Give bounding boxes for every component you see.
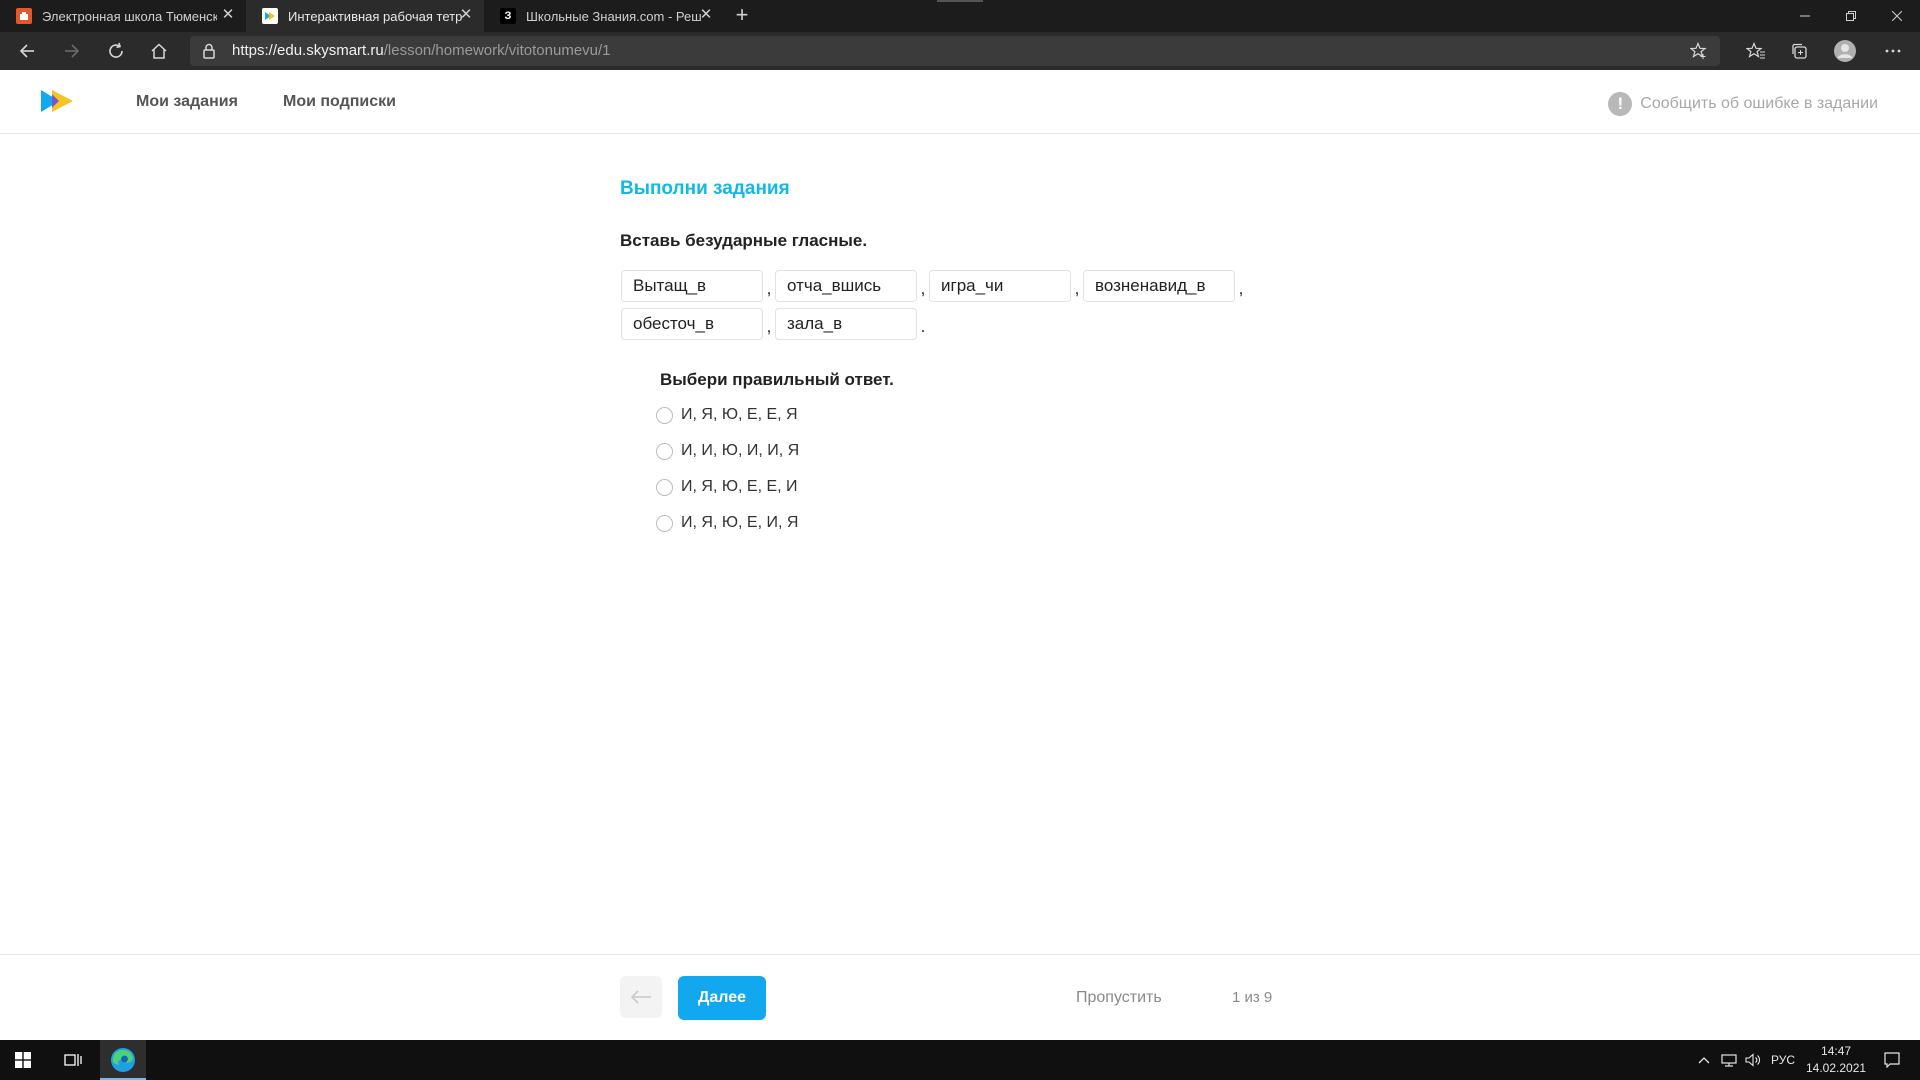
option-label: И, Я, Ю, Е, Е, Я (681, 406, 798, 423)
nav-my-tasks[interactable]: Мои задания (136, 93, 238, 111)
answer-option-4[interactable]: И, Я, Ю, Е, И, Я (656, 514, 798, 532)
favorites-icon[interactable] (1742, 37, 1770, 65)
new-tab-icon[interactable]: + (730, 4, 754, 28)
back-icon[interactable] (13, 37, 41, 65)
question-label: Выбери правильный ответ. (660, 370, 894, 389)
nav-my-subscriptions[interactable]: Мои подписки (283, 93, 396, 111)
drag-indicator (937, 0, 983, 2)
skysmart-favicon-icon (262, 8, 278, 24)
url-host: https://edu.skysmart.ru (232, 42, 384, 59)
previous-button[interactable] (620, 976, 662, 1018)
browser-tab-strip: Электронная школа Тюменско ✕ Интерактивн… (0, 0, 1920, 32)
lock-icon[interactable] (202, 43, 216, 64)
skip-link[interactable]: Пропустить (1076, 989, 1162, 1007)
clock-date: 14.02.2021 (1806, 1061, 1867, 1075)
task-footer: Далее Пропустить 1 из 9 (0, 954, 1920, 1041)
next-button[interactable]: Далее (678, 976, 766, 1020)
browser-tab-skysmart[interactable]: Интерактивная рабочая тетрад ✕ (246, 0, 484, 32)
windows-taskbar: РУС 14:47 14.02.2021 (0, 1040, 1920, 1080)
answer-option-2[interactable]: И, И, Ю, И, И, Я (656, 442, 799, 460)
radio-button[interactable] (656, 478, 673, 496)
task-view-icon[interactable] (50, 1040, 96, 1080)
windows-start-icon[interactable] (0, 1040, 46, 1080)
close-window-icon[interactable] (1874, 0, 1920, 32)
forward-icon[interactable] (58, 37, 86, 65)
restore-icon[interactable] (1828, 0, 1874, 32)
comma-separator: , (766, 317, 772, 336)
home-icon[interactable] (145, 37, 173, 65)
tab-title: Электронная школа Тюменско (42, 8, 217, 24)
word-row-2: обесточ_в , зала_в . (621, 308, 929, 340)
browser-tab-znania[interactable]: З Школьные Знания.com - Решае ✕ (484, 0, 724, 32)
option-label: И, Я, Ю, Е, Е, И (681, 478, 798, 495)
url-path: /lesson/homework/vitotonumevu/1 (383, 42, 611, 59)
notifications-icon[interactable] (1872, 1040, 1912, 1080)
skysmart-logo-icon[interactable] (40, 88, 74, 119)
comma-separator: , (1238, 279, 1244, 298)
school-favicon-icon (16, 8, 32, 24)
tab-title: Школьные Знания.com - Решае (526, 8, 701, 24)
radio-button[interactable] (656, 442, 673, 460)
system-clock[interactable]: 14:47 14.02.2021 (1806, 1043, 1866, 1077)
word-blank-field[interactable]: отча_вшись (775, 270, 917, 302)
minimize-icon[interactable] (1782, 0, 1828, 32)
collections-icon[interactable] (1785, 37, 1813, 65)
close-tab-icon[interactable]: ✕ (458, 7, 474, 23)
url-text: https://edu.skysmart.ru/lesson/homework/… (232, 42, 611, 59)
close-tab-icon[interactable]: ✕ (698, 7, 714, 23)
word-blank-field[interactable]: обесточ_в (621, 308, 763, 340)
period-separator: . (920, 317, 926, 336)
network-icon[interactable] (1718, 1040, 1740, 1080)
report-error-label: Сообщить об ошибке в задании (1640, 95, 1878, 112)
answer-option-3[interactable]: И, Я, Ю, Е, Е, И (656, 478, 798, 496)
tab-title: Интерактивная рабочая тетрад (288, 8, 463, 24)
report-error-link[interactable]: ! Сообщить об ошибке в задании (1608, 92, 1878, 116)
site-header: Мои задания Мои подписки ! Сообщить об о… (0, 70, 1920, 134)
volume-icon[interactable] (1742, 1040, 1764, 1080)
word-blank-field[interactable]: зала_в (775, 308, 917, 340)
radio-button[interactable] (656, 406, 673, 424)
page-title: Выполни задания (620, 178, 790, 199)
browser-toolbar: https://edu.skysmart.ru/lesson/homework/… (0, 32, 1920, 70)
exclamation-icon: ! (1608, 92, 1633, 116)
comma-separator: , (766, 279, 772, 298)
option-label: И, Я, Ю, Е, И, Я (681, 514, 799, 531)
add-favorite-icon[interactable] (1689, 41, 1708, 65)
address-bar[interactable]: https://edu.skysmart.ru/lesson/homework/… (190, 36, 1720, 66)
word-blank-field[interactable]: возненавид_в (1083, 270, 1235, 302)
task-instruction: Вставь безударные гласные. (620, 231, 868, 250)
refresh-icon[interactable] (102, 37, 130, 65)
comma-separator: , (920, 279, 926, 298)
profile-avatar-icon[interactable] (1831, 37, 1859, 65)
arrow-left-icon (630, 990, 651, 1004)
answer-option-1[interactable]: И, Я, Ю, Е, Е, Я (656, 406, 798, 424)
edge-browser-icon[interactable] (100, 1040, 146, 1080)
word-blank-field[interactable]: Вытащ_в (621, 270, 763, 302)
task-counter: 1 из 9 (1232, 989, 1273, 1006)
znania-favicon-icon: З (500, 8, 516, 24)
browser-tab-school[interactable]: Электронная школа Тюменско ✕ (0, 0, 246, 32)
word-row-1: Вытащ_в , отча_вшись , игра_чи , вознена… (621, 270, 1247, 302)
show-hidden-icons-icon[interactable] (1694, 1040, 1714, 1080)
radio-button[interactable] (656, 514, 673, 532)
more-menu-icon[interactable] (1879, 37, 1907, 65)
input-language-indicator[interactable]: РУС (1771, 1053, 1795, 1067)
clock-time: 14:47 (1821, 1044, 1852, 1058)
comma-separator: , (1074, 279, 1080, 298)
close-tab-icon[interactable]: ✕ (220, 7, 236, 23)
option-label: И, И, Ю, И, И, Я (681, 442, 800, 459)
word-blank-field[interactable]: игра_чи (929, 270, 1071, 302)
